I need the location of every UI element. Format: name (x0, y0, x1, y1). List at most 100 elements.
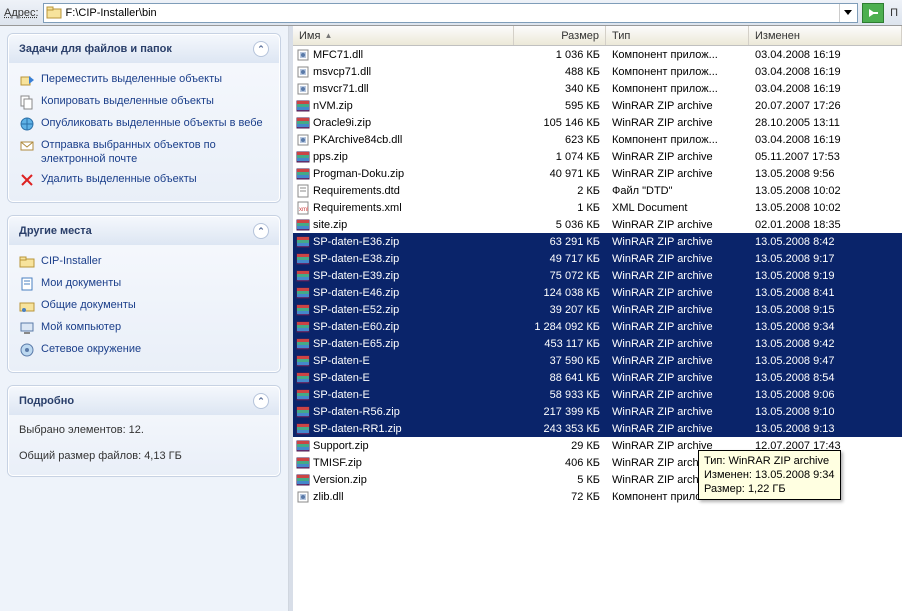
file-name: Requirements.xml (313, 202, 402, 214)
col-name[interactable]: Имя ▲ (293, 26, 514, 45)
file-row[interactable]: SP-daten-E58 933 КБWinRAR ZIP archive13.… (293, 386, 902, 403)
web-icon (19, 116, 35, 132)
tasks-panel: Задачи для файлов и папок ⌃ Переместить … (8, 34, 280, 202)
place-item-computer[interactable]: Мой компьютер (19, 317, 269, 339)
file-name: SP-daten-E (313, 355, 370, 367)
file-date: 13.05.2008 8:54 (749, 372, 902, 384)
file-date: 13.05.2008 9:47 (749, 355, 902, 367)
zip-icon (296, 252, 310, 266)
tasks-header[interactable]: Задачи для файлов и папок ⌃ (9, 35, 279, 63)
task-label: Опубликовать выделенные объекты в вебе (41, 116, 263, 130)
details-title: Подробно (19, 395, 74, 407)
file-size: 623 КБ (514, 134, 606, 146)
task-item-move[interactable]: Переместить выделенные объекты (19, 69, 269, 91)
file-row[interactable]: SP-daten-E36.zip63 291 КБWinRAR ZIP arch… (293, 233, 902, 250)
file-name: site.zip (313, 219, 347, 231)
place-item-shared[interactable]: Общие документы (19, 295, 269, 317)
zip-icon (296, 388, 310, 402)
file-name: SP-daten-E46.zip (313, 287, 399, 299)
file-row[interactable]: site.zip5 036 КБWinRAR ZIP archive02.01.… (293, 216, 902, 233)
file-name: TMISF.zip (313, 457, 362, 469)
file-row[interactable]: SP-daten-R56.zip217 399 КБWinRAR ZIP arc… (293, 403, 902, 420)
file-row[interactable]: Requirements.dtd2 КБФайл "DTD"13.05.2008… (293, 182, 902, 199)
zip-icon (296, 354, 310, 368)
svg-text:xml: xml (299, 207, 308, 213)
file-row[interactable]: SP-daten-E88 641 КБWinRAR ZIP archive13.… (293, 369, 902, 386)
file-row[interactable]: SP-daten-E60.zip1 284 092 КБWinRAR ZIP a… (293, 318, 902, 335)
file-row[interactable]: SP-daten-E39.zip75 072 КБWinRAR ZIP arch… (293, 267, 902, 284)
dll-icon (296, 490, 310, 504)
place-label: CIP-Installer (41, 254, 102, 268)
col-date[interactable]: Изменен (749, 26, 902, 45)
file-row[interactable]: SP-daten-E38.zip49 717 КБWinRAR ZIP arch… (293, 250, 902, 267)
file-row[interactable]: nVM.zip595 КБWinRAR ZIP archive20.07.200… (293, 97, 902, 114)
details-total: Общий размер файлов: 4,13 ГБ (19, 447, 269, 465)
file-row[interactable]: msvcp71.dll488 КБКомпонент прилож...03.0… (293, 63, 902, 80)
file-size: 37 590 КБ (404, 355, 606, 367)
file-row[interactable]: PKArchive84cb.dll623 КБКомпонент прилож.… (293, 131, 902, 148)
task-item-delete[interactable]: Удалить выделенные объекты (19, 169, 269, 191)
col-type[interactable]: Тип (606, 26, 749, 45)
tooltip: Тип: WinRAR ZIP archive Изменен: 13.05.2… (698, 450, 841, 500)
file-type: WinRAR ZIP archive (606, 270, 749, 282)
file-size: 1 КБ (514, 202, 606, 214)
place-item-network[interactable]: Сетевое окружение (19, 339, 269, 361)
file-row[interactable]: SP-daten-E52.zip39 207 КБWinRAR ZIP arch… (293, 301, 902, 318)
places-header[interactable]: Другие места ⌃ (9, 217, 279, 245)
place-label: Общие документы (41, 298, 136, 312)
copy-icon (19, 94, 35, 110)
file-date: 13.05.2008 10:02 (749, 202, 902, 214)
file-type: WinRAR ZIP archive (606, 168, 749, 180)
file-name: Progman-Doku.zip (313, 168, 404, 180)
file-row[interactable]: Progman-Doku.zip 40 971 КБWinRAR ZIP arch… (293, 165, 902, 182)
file-type: WinRAR ZIP archive (606, 389, 749, 401)
file-type: WinRAR ZIP archive (606, 406, 749, 418)
file-row[interactable]: SP-daten-E 37 590 КБWinRAR ZIP archive13.… (293, 352, 902, 369)
file-name: Support.zip (313, 440, 369, 452)
file-date: 03.04.2008 16:19 (749, 49, 902, 61)
zip-icon (296, 269, 310, 283)
file-type: WinRAR ZIP archive (606, 100, 749, 112)
file-row[interactable]: xmlRequirements.xml1 КБXML Document13.05… (293, 199, 902, 216)
address-dropdown[interactable] (839, 4, 855, 22)
file-row[interactable]: SP-daten-E46.zip124 038 КБWinRAR ZIP arc… (293, 284, 902, 301)
place-item-folder[interactable]: CIP-Installer (19, 251, 269, 273)
file-row[interactable]: pps.zip1 074 КБWinRAR ZIP archive05.11.2… (293, 148, 902, 165)
file-row[interactable]: msvcr71.dll340 КБКомпонент прилож...03.0… (293, 80, 902, 97)
col-size[interactable]: Размер (514, 26, 606, 45)
file-name: msvcr71.dll (313, 83, 369, 95)
file-type: WinRAR ZIP archive (606, 321, 749, 333)
file-size: 49 717 КБ (514, 253, 606, 265)
file-size: 243 353 КБ (514, 423, 606, 435)
file-row[interactable]: Oracle9i.zip105 146 КБWinRAR ZIP archive… (293, 114, 902, 131)
file-row[interactable]: SP-daten-RR1.zip243 353 КБWinRAR ZIP arc… (293, 420, 902, 437)
docs-icon (19, 276, 35, 292)
place-item-docs[interactable]: Мои документы (19, 273, 269, 295)
file-name: SP-daten-E38.zip (313, 253, 399, 265)
file-name: msvcp71.dll (313, 66, 371, 78)
places-panel: Другие места ⌃ CIP-Installer Мои документ… (8, 216, 280, 372)
file-type: Компонент прилож... (606, 49, 749, 61)
file-size: 488 КБ (514, 66, 606, 78)
address-input[interactable]: F:\CIP-Installer\bin (43, 3, 859, 23)
file-date: 03.04.2008 16:19 (749, 134, 902, 146)
file-name: SP-daten-E39.zip (313, 270, 399, 282)
places-title: Другие места (19, 225, 92, 237)
file-name: SP-daten-E52.zip (313, 304, 399, 316)
file-row[interactable]: SP-daten-E65.zip453 117 КБWinRAR ZIP arc… (293, 335, 902, 352)
file-type: WinRAR ZIP archive (606, 287, 749, 299)
zip-icon (296, 405, 310, 419)
file-date: 13.05.2008 9:15 (749, 304, 902, 316)
file-size: 40 971 КБ (514, 168, 606, 180)
file-type: Компонент прилож... (606, 66, 749, 78)
task-item-mail[interactable]: Отправка выбранных объектов по электронн… (19, 135, 269, 169)
task-item-copy[interactable]: Копировать выделенные объекты (19, 91, 269, 113)
task-item-web[interactable]: Опубликовать выделенные объекты в вебе (19, 113, 269, 135)
file-name: pps.zip (313, 151, 348, 163)
go-button[interactable] (862, 3, 884, 23)
details-selected: Выбрано элементов: 12. (19, 421, 269, 439)
details-header[interactable]: Подробно ⌃ (9, 387, 279, 415)
file-type: WinRAR ZIP archive (606, 355, 749, 367)
file-row[interactable]: MFC71.dll1 036 КБКомпонент прилож...03.0… (293, 46, 902, 63)
file-type: Файл "DTD" (606, 185, 749, 197)
